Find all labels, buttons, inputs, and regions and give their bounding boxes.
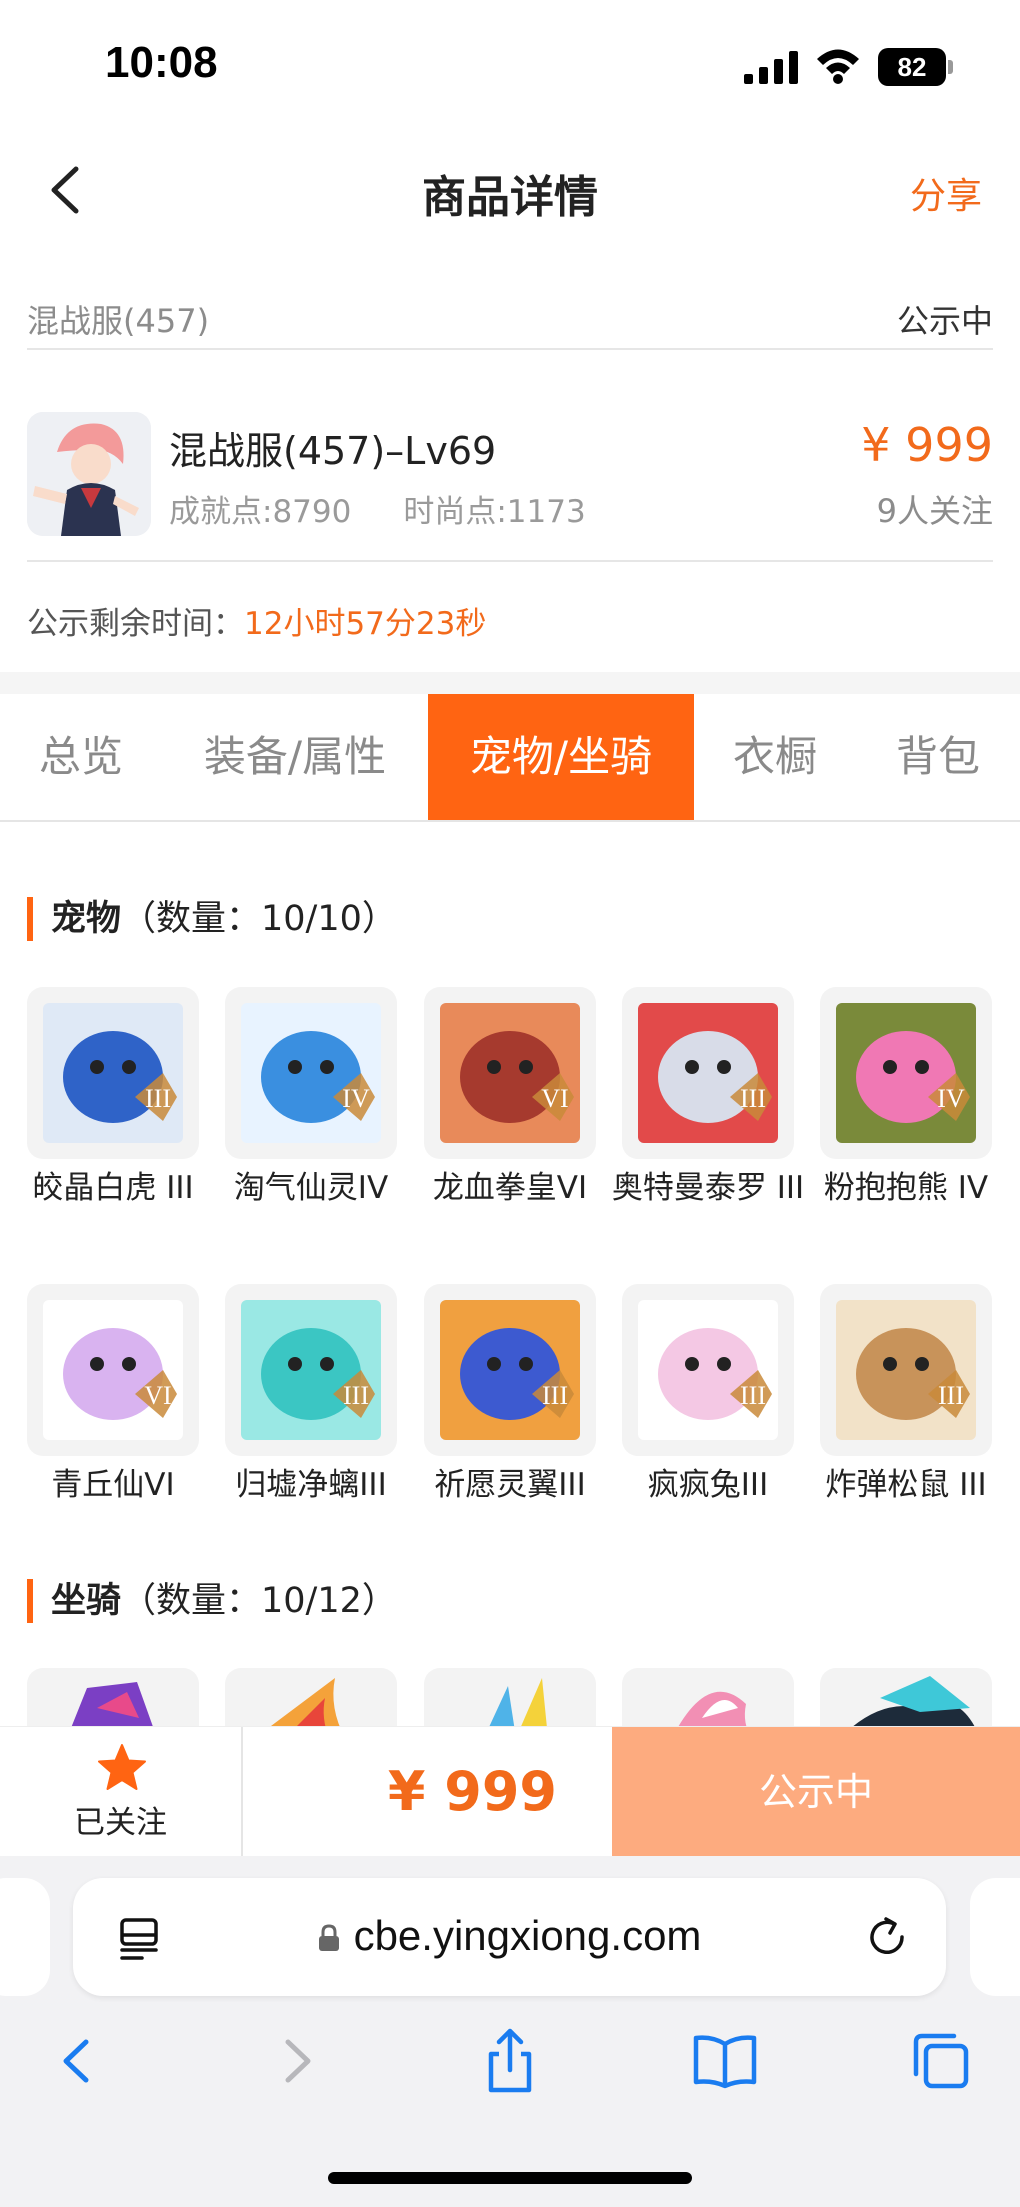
star-icon: [98, 1744, 146, 1790]
publicity-status-button[interactable]: 公示中: [612, 1727, 1020, 1857]
pet-item[interactable]: III 归墟净螭III: [225, 1284, 397, 1508]
page: 10:08 82 商品详情 分享 混战服(457) 公示中 混战服(457)–L…: [0, 0, 1020, 2207]
pet-rank-badge: III: [938, 1381, 964, 1410]
pet-name: 疯疯兔III: [647, 1467, 769, 1503]
server-name: 混战服(457): [27, 302, 210, 340]
follow-button[interactable]: 已关注: [0, 1727, 243, 1857]
follow-label: 已关注: [74, 1805, 167, 1841]
url-text: cbe.yingxiong.com: [353, 1912, 702, 1959]
pet-rank-badge: III: [145, 1084, 171, 1113]
tab-equipment[interactable]: 装备/属性: [162, 694, 428, 820]
home-indicator: [328, 2172, 692, 2184]
tabs-icon[interactable]: [906, 2026, 976, 2096]
tab-bar: 总览 装备/属性 宠物/坐骑 衣橱 背包: [0, 694, 1020, 822]
browser-chrome: cbe.yingxiong.com: [0, 1856, 1020, 2207]
mounts-count: （数量：10/12）: [121, 1581, 397, 1621]
previous-tab-preview[interactable]: [0, 1878, 50, 1996]
status-time: 10:08: [105, 38, 218, 87]
server-status: 公示中: [896, 302, 993, 340]
pet-portrait[interactable]: III: [622, 1284, 794, 1456]
bookmarks-icon[interactable]: [690, 2026, 760, 2096]
pet-name: 粉抱抱熊 IV: [823, 1170, 989, 1206]
tab-overview[interactable]: 总览: [0, 694, 162, 820]
reload-icon[interactable]: [864, 1914, 910, 1960]
mounts-section-title: 坐骑（数量：10/12）: [27, 1579, 397, 1623]
back-icon[interactable]: [42, 2026, 112, 2096]
product-price: ¥ 999: [861, 418, 993, 472]
lock-icon: [318, 1924, 339, 1951]
pet-item[interactable]: III 奥特曼泰罗 III: [612, 987, 804, 1211]
pet-item[interactable]: III 疯疯兔III: [622, 1284, 794, 1508]
cellular-signal-icon: [744, 51, 798, 84]
address-bar[interactable]: cbe.yingxiong.com: [73, 1878, 946, 1996]
pet-name: 青丘仙VI: [51, 1467, 175, 1503]
pet-item[interactable]: VI 青丘仙VI: [27, 1284, 199, 1508]
product-name: 混战服(457)–Lv69: [169, 429, 497, 473]
pet-item[interactable]: III 炸弹松鼠 III: [820, 1284, 992, 1508]
pets-title: 宠物: [51, 899, 122, 939]
battery-tip: [948, 60, 953, 74]
pet-item[interactable]: IV 粉抱抱熊 IV: [820, 987, 992, 1211]
pet-portrait[interactable]: III: [27, 987, 199, 1159]
pet-item[interactable]: III 皎晶白虎 III: [27, 987, 199, 1211]
pets-count: （数量：10/10）: [121, 899, 397, 939]
pet-portrait[interactable]: IV: [820, 987, 992, 1159]
pet-rank-badge: IV: [342, 1084, 370, 1113]
pet-name: 祈愿灵翼III: [434, 1467, 586, 1503]
tab-backpack[interactable]: 背包: [856, 694, 1020, 820]
pet-name: 炸弹松鼠 III: [825, 1467, 987, 1503]
product-summary: 混战服(457)–Lv69 成就点:8790 时尚点:1173 ¥ 999 9人关…: [27, 382, 993, 562]
pet-item[interactable]: IV 淘气仙灵IV: [225, 987, 397, 1211]
pet-portrait[interactable]: IV: [225, 987, 397, 1159]
pet-rank-badge: III: [542, 1381, 568, 1410]
countdown-label: 公示剩余时间：: [27, 606, 244, 642]
wifi-icon: [817, 49, 859, 84]
pet-rank-badge: III: [740, 1381, 766, 1410]
pet-portrait[interactable]: VI: [27, 1284, 199, 1456]
pet-name: 龙血拳皇VI: [432, 1170, 588, 1206]
pet-item[interactable]: VI 龙血拳皇VI: [424, 987, 596, 1211]
mounts-title: 坐骑: [51, 1581, 122, 1621]
pet-rank-badge: VI: [541, 1084, 568, 1113]
page-title: 商品详情: [422, 172, 598, 223]
countdown: 公示剩余时间：12小时57分23秒: [27, 598, 486, 643]
pet-item[interactable]: III 祈愿灵翼III: [424, 1284, 596, 1508]
url-display: cbe.yingxiong.com: [73, 1912, 946, 1960]
pet-portrait[interactable]: III: [225, 1284, 397, 1456]
pet-rank-badge: VI: [144, 1381, 171, 1410]
nav-header: 商品详情 分享: [0, 135, 1020, 245]
pet-name: 归墟净螭III: [235, 1467, 387, 1503]
countdown-value: 12小时57分23秒: [244, 606, 487, 642]
follower-count: 9人关注: [876, 492, 993, 530]
pet-rank-badge: IV: [937, 1084, 965, 1113]
pet-name: 奥特曼泰罗 III: [611, 1170, 805, 1206]
pet-portrait[interactable]: III: [820, 1284, 992, 1456]
battery-level: 82: [878, 48, 946, 86]
pet-portrait[interactable]: VI: [424, 987, 596, 1159]
forward-icon[interactable]: [262, 2026, 332, 2096]
pet-portrait[interactable]: III: [622, 987, 794, 1159]
pets-section-title: 宠物（数量：10/10）: [27, 897, 397, 941]
tab-wardrobe[interactable]: 衣橱: [694, 694, 856, 820]
pet-portrait[interactable]: III: [424, 1284, 596, 1456]
share-icon[interactable]: [475, 2026, 545, 2096]
product-stats: 成就点:8790 时尚点:1173: [169, 486, 586, 531]
pet-rank-badge: III: [740, 1084, 766, 1113]
server-row: 混战服(457) 公示中: [27, 280, 993, 350]
pet-rank-badge: III: [343, 1381, 369, 1410]
tab-pets-mounts[interactable]: 宠物/坐骑: [428, 694, 694, 820]
section-divider: [0, 672, 1020, 694]
share-button[interactable]: 分享: [910, 167, 982, 219]
status-bar: 10:08 82: [0, 0, 1020, 135]
pet-name: 淘气仙灵IV: [233, 1170, 389, 1206]
fashion-points: 时尚点:1173: [403, 494, 586, 530]
next-tab-preview[interactable]: [970, 1878, 1020, 1996]
bottom-action-bar: 已关注 ¥ 999 公示中: [0, 1726, 1020, 1857]
bottom-price: ¥ 999: [387, 1760, 557, 1823]
pet-name: 皎晶白虎 III: [32, 1170, 194, 1206]
character-avatar: [27, 412, 151, 536]
achievement-points: 成就点:8790: [169, 494, 352, 530]
